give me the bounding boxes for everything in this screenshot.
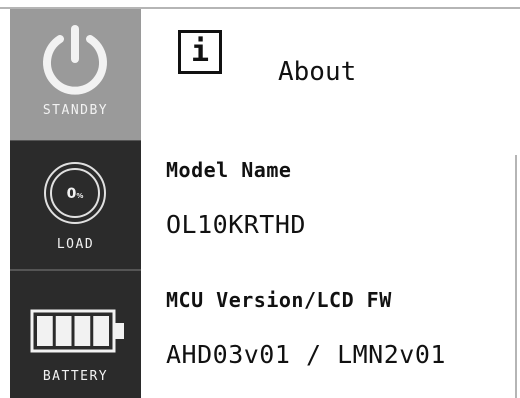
page-title: About: [278, 57, 357, 87]
battery-button[interactable]: BATTERY: [10, 269, 141, 398]
sidebar: STANDBY 0% LOAD BATTERY: [10, 9, 141, 398]
battery-icon: [30, 309, 124, 353]
load-button[interactable]: 0% LOAD: [10, 140, 141, 269]
battery-bar: [55, 316, 72, 346]
model-name-value: OL10KRTHD: [166, 210, 306, 239]
standby-button[interactable]: STANDBY: [10, 9, 141, 140]
content-border: [515, 155, 517, 398]
battery-bar: [74, 316, 91, 346]
battery-bar: [93, 316, 109, 346]
standby-label: STANDBY: [42, 103, 109, 118]
top-border: [0, 0, 520, 9]
battery-bars: [37, 316, 109, 346]
mcu-version-value: AHD03v01 / LMN2v01: [166, 340, 446, 369]
load-value: 0%: [67, 186, 84, 202]
battery-label: BATTERY: [42, 369, 109, 384]
power-icon: [43, 25, 107, 95]
info-icon: i: [178, 30, 222, 74]
load-gauge-icon: 0%: [44, 162, 106, 224]
battery-bar: [37, 316, 53, 346]
mcu-version-label: MCU Version/LCD FW: [166, 288, 392, 312]
model-name-label: Model Name: [166, 158, 292, 182]
load-label: LOAD: [56, 237, 95, 252]
